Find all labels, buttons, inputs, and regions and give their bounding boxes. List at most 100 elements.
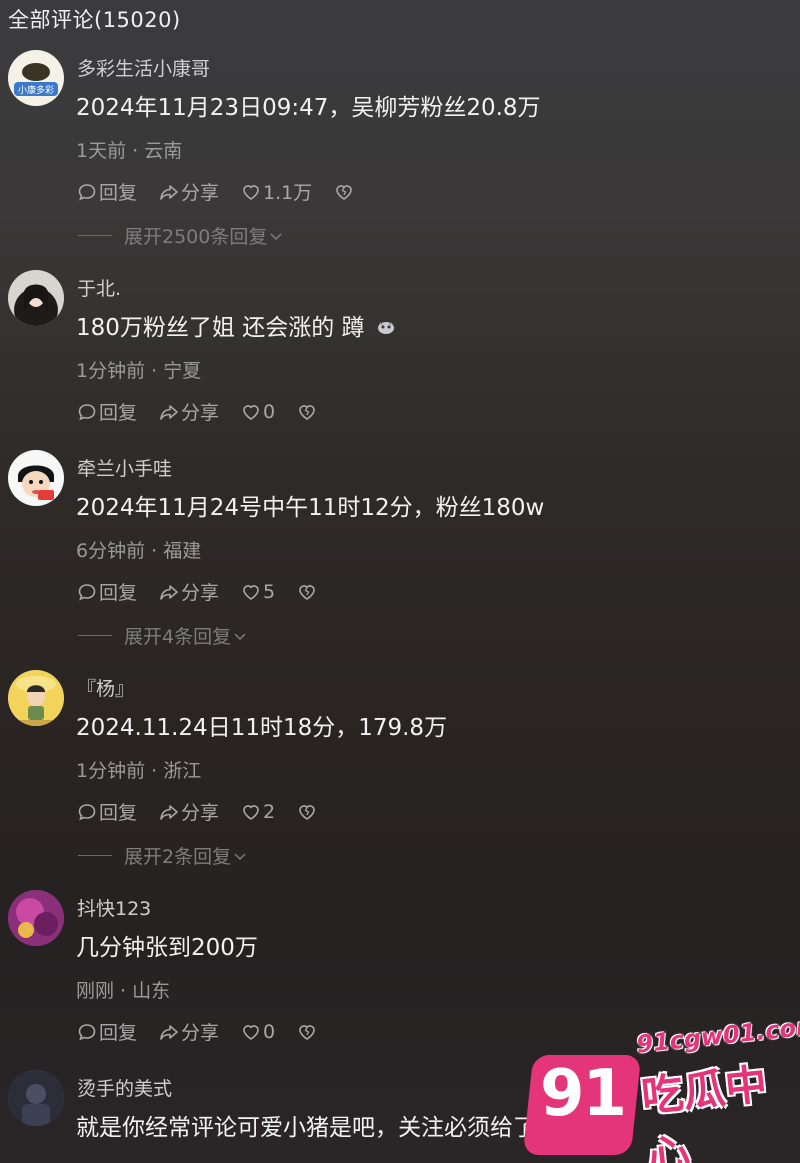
avatar[interactable] [8,670,64,726]
comment-actions: 回复 分享 0 [77,1018,341,1045]
reply-label: 回复 [99,182,138,204]
dislike-button[interactable] [334,182,356,202]
like-button[interactable]: 0 [241,401,275,423]
avatar[interactable] [8,270,64,326]
avatar[interactable]: 小康多彩 [8,50,64,106]
dislike-button[interactable] [297,802,319,822]
watermark-logo: 91 91cgw01.com 吃瓜中心 [520,1011,800,1163]
comment-text-body: 180万粉丝了姐 还会涨的 蹲 [76,315,365,341]
comment-username[interactable]: 烫手的美式 [77,1074,172,1101]
expand-replies[interactable]: 展开2条回复 [78,842,247,869]
divider-line [78,855,112,856]
share-button[interactable]: 分享 [159,1018,219,1045]
reply-label: 回复 [99,802,138,824]
reply-button[interactable]: 回复 [77,798,137,825]
like-count: 0 [263,1020,276,1043]
reply-label: 回复 [99,402,138,424]
dislike-button[interactable] [297,1022,319,1042]
reply-bubble-icon [78,583,96,600]
avatar-badge-text: 小康多彩 [18,84,54,96]
comment-text: 2024年11月24号中午11时12分，粉丝180w [76,495,545,521]
comment-actions: 回复 分享 0 [77,398,341,425]
comment-actions: 回复 分享 2 [77,798,341,825]
comment-actions: 回复 分享 1.1万 [77,178,378,205]
expand-label: 展开4条回复 [124,626,232,648]
comment-text: 180万粉丝了姐 还会涨的 蹲 [76,308,396,342]
share-button[interactable]: 分享 [159,578,219,605]
broken-heart-icon [299,584,315,600]
heart-icon [243,1024,259,1040]
like-button[interactable]: 2 [241,801,275,823]
heart-icon [243,804,259,820]
broken-heart-icon [336,184,353,200]
share-label: 分享 [181,402,220,424]
share-arrow-icon [160,404,178,420]
dislike-button[interactable] [297,582,319,602]
reply-label: 回复 [99,582,138,604]
comment-text: 几分钟张到200万 [76,935,258,961]
share-label: 分享 [181,1022,220,1044]
comment-meta: 刚刚 · 山东 [76,980,171,1002]
expand-replies[interactable]: 展开2500条回复 [78,222,283,249]
avatar[interactable] [8,450,64,506]
chevron-down-icon [234,632,246,640]
comment-username[interactable]: 于北. [77,274,121,301]
expand-label: 展开2条回复 [124,846,232,868]
emoji-icon [376,316,396,342]
expand-label: 展开2500条回复 [124,226,268,248]
comments-header: 全部评论(15020) [8,8,181,32]
share-label: 分享 [181,182,220,204]
comment-text: 就是你经常评论可爱小猪是吧，关注必须给了 [76,1115,536,1141]
like-button[interactable]: 0 [241,1021,275,1043]
broken-heart-icon [299,404,315,420]
reply-button[interactable]: 回复 [77,178,137,205]
share-arrow-icon [160,1024,178,1040]
comment-meta: 1分钟前 · 浙江 [76,760,202,782]
like-button[interactable]: 5 [241,581,275,603]
divider-line [78,635,112,636]
comment-meta: 6分钟前 · 福建 [76,540,202,562]
comment-actions: 回复 分享 5 [77,578,341,605]
broken-heart-icon [299,1024,315,1040]
like-count: 0 [263,400,276,423]
divider-line [78,235,112,236]
share-button[interactable]: 分享 [159,178,219,205]
reply-bubble-icon [78,403,96,420]
chevron-down-icon [234,852,246,860]
heart-icon [243,584,259,600]
comment-username[interactable]: 『杨』 [77,674,134,701]
share-label: 分享 [181,582,220,604]
heart-icon [243,184,259,200]
share-arrow-icon [160,184,178,200]
comments-page: 全部评论(15020) 小康多彩 多彩生活小康哥 2024年11月23日09:4… [0,0,800,1163]
comment-meta: 1分钟前 · 宁夏 [76,360,202,382]
expand-replies[interactable]: 展开4条回复 [78,622,247,649]
share-button[interactable]: 分享 [159,398,219,425]
dislike-button[interactable] [297,402,319,422]
comment-username[interactable]: 抖快123 [77,894,151,921]
avatar[interactable] [8,890,64,946]
reply-button[interactable]: 回复 [77,1018,137,1045]
avatar[interactable] [8,1070,64,1126]
share-label: 分享 [181,802,220,824]
comment-username[interactable]: 多彩生活小康哥 [77,54,210,81]
watermark-number: 91 [540,1057,627,1131]
like-button[interactable]: 1.1万 [241,178,312,205]
comment-meta: 1天前 · 云南 [76,140,183,162]
reply-button[interactable]: 回复 [77,398,137,425]
like-count: 5 [263,580,276,603]
share-arrow-icon [160,584,178,600]
reply-bubble-icon [78,1023,96,1040]
chevron-down-icon [270,232,282,240]
watermark-brand: 吃瓜中心 [638,1059,770,1163]
like-count: 2 [263,800,276,823]
reply-bubble-icon [78,803,96,820]
reply-bubble-icon [78,183,96,200]
share-button[interactable]: 分享 [159,798,219,825]
broken-heart-icon [299,804,315,820]
reply-button[interactable]: 回复 [77,578,137,605]
comment-username[interactable]: 牵兰小手哇 [77,454,172,481]
comment-text: 2024年11月23日09:47，吴柳芳粉丝20.8万 [76,95,541,121]
reply-label: 回复 [99,1022,138,1044]
heart-icon [243,404,259,420]
